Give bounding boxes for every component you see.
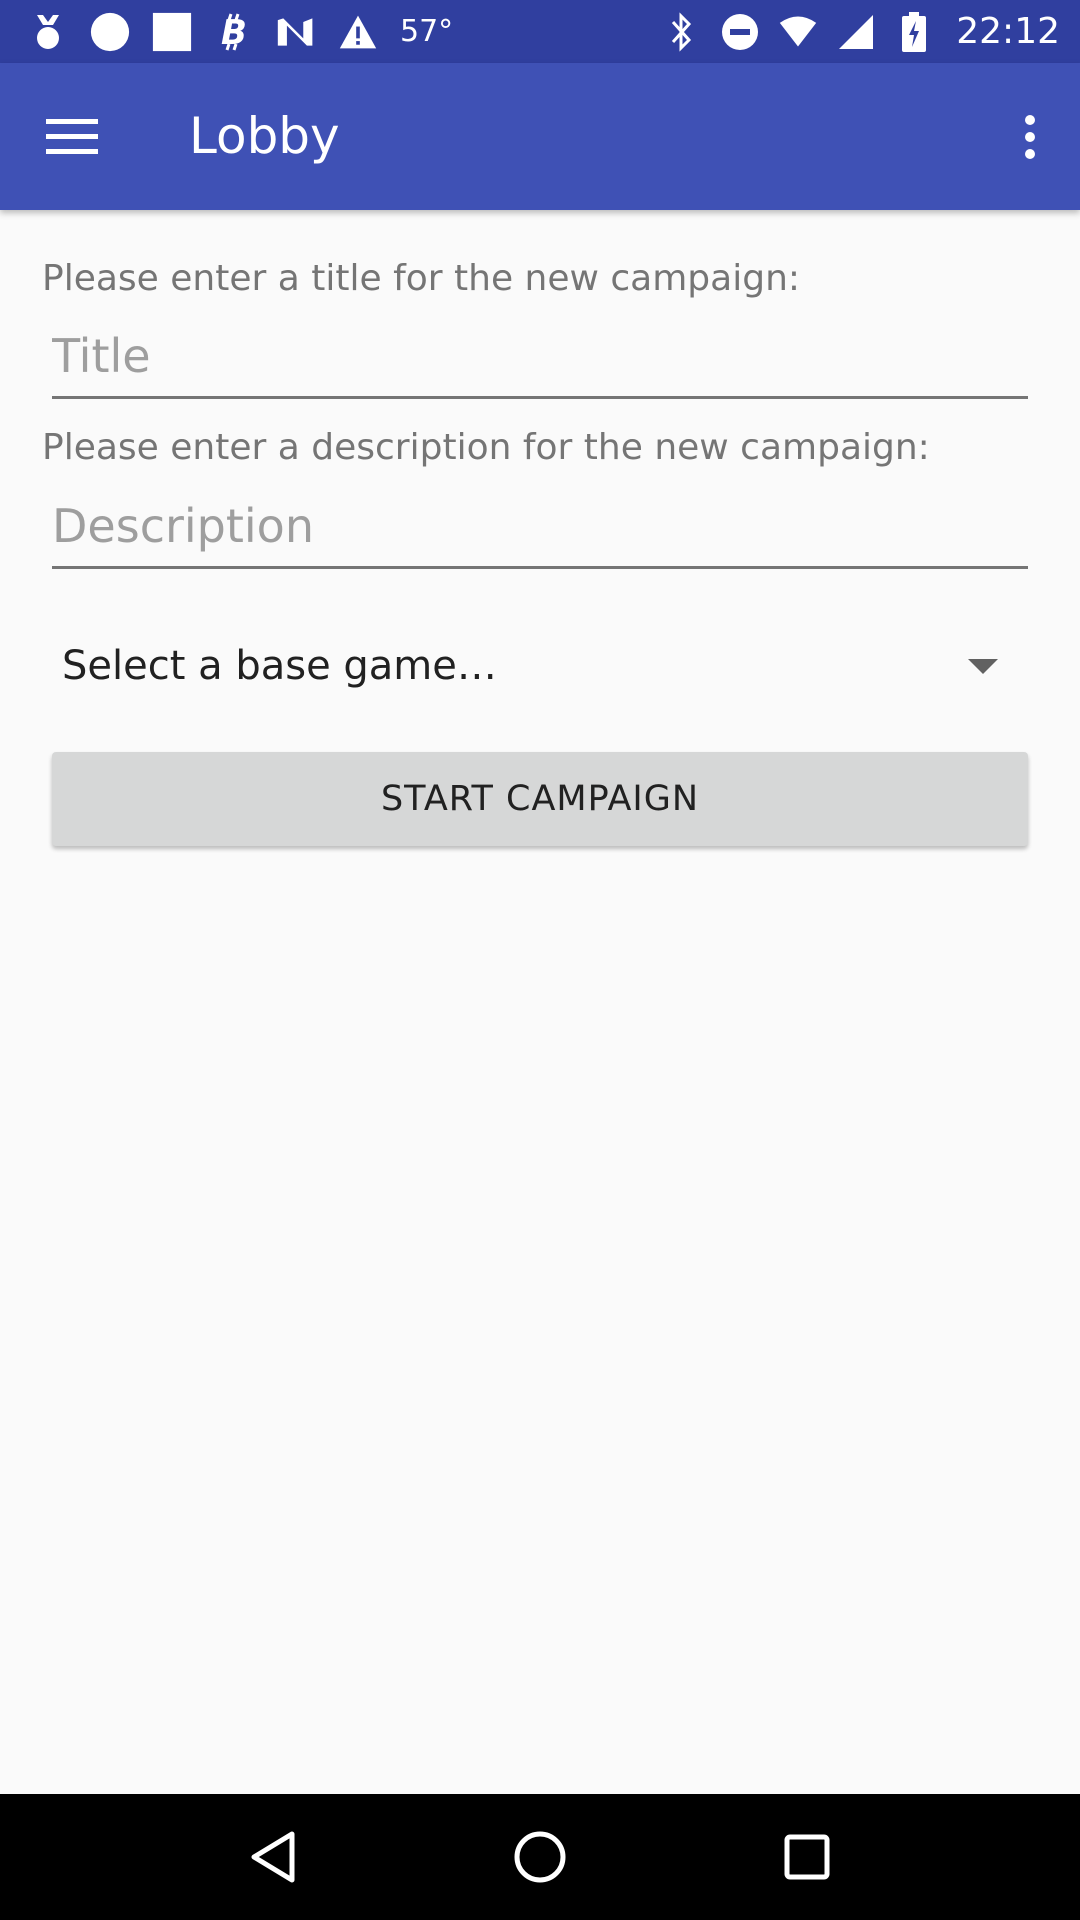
hamburger-menu-icon <box>46 119 98 154</box>
status-left: B 57° <box>28 12 453 52</box>
screen: B 57° 22:12 Lobby Please enter a title f… <box>0 0 1080 1920</box>
status-bar: B 57° 22:12 <box>0 0 1080 63</box>
base-game-spinner[interactable]: Select a base game… <box>52 620 1028 712</box>
nav-home-button[interactable] <box>485 1802 595 1912</box>
wifi-icon <box>778 12 818 52</box>
more-vert-icon <box>1025 115 1035 159</box>
cell-signal-icon <box>836 12 876 52</box>
navigation-bar <box>0 1794 1080 1920</box>
description-label: Please enter a description for the new c… <box>42 427 930 468</box>
medal-icon <box>28 12 68 52</box>
bluetooth-icon <box>662 11 702 52</box>
app-bar: Lobby <box>0 63 1080 210</box>
dropdown-arrow-icon <box>968 658 998 674</box>
more-options-button[interactable] <box>994 93 1066 181</box>
recents-square-icon <box>784 1834 830 1880</box>
title-label: Please enter a title for the new campaig… <box>42 258 801 299</box>
bitcoin-icon: B <box>214 12 254 52</box>
circle-icon <box>90 12 130 52</box>
description-input[interactable] <box>52 493 1028 569</box>
do-not-disturb-icon <box>720 12 760 52</box>
temperature-text: 57° <box>400 14 454 49</box>
clock-text: 22:12 <box>956 11 1060 52</box>
title-input[interactable] <box>52 323 1028 399</box>
start-campaign-button[interactable]: START CAMPAIGN <box>52 752 1028 846</box>
status-right: 22:12 <box>662 11 1060 52</box>
page-title: Lobby <box>189 107 340 165</box>
warning-icon <box>338 12 378 52</box>
base-game-selected-text: Select a base game… <box>62 643 497 689</box>
n-logo-icon <box>276 12 316 52</box>
hamburger-menu-button[interactable] <box>26 93 118 181</box>
square-icon <box>152 12 192 52</box>
back-triangle-icon <box>251 1831 295 1883</box>
battery-charging-icon <box>894 11 934 52</box>
home-circle-icon <box>514 1831 566 1883</box>
nav-recents-button[interactable] <box>752 1802 862 1912</box>
nav-back-button[interactable] <box>218 1802 328 1912</box>
